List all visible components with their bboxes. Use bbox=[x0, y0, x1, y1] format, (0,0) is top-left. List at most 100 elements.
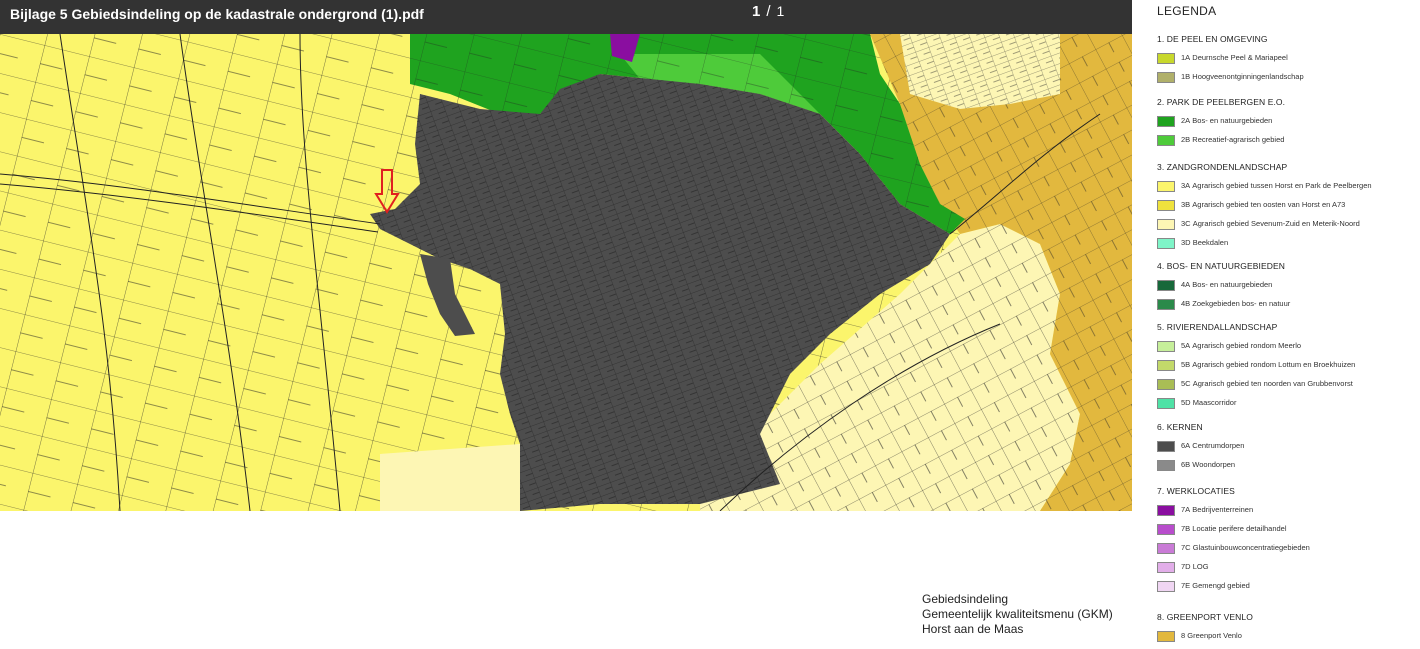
legend-item-label: 7E Gemengd gebied bbox=[1181, 581, 1250, 591]
legend-swatch bbox=[1157, 72, 1175, 83]
legend-item-code: 7E bbox=[1181, 581, 1191, 590]
legend-item-text: Agrarisch gebied Sevenum-Zuid en Meterik… bbox=[1192, 219, 1360, 228]
legend-item-label: 6A Centrumdorpen bbox=[1181, 441, 1244, 451]
legend-section-title: 5. RIVIERENDALLANDSCHAP bbox=[1157, 322, 1278, 332]
legend-swatch bbox=[1157, 181, 1175, 192]
legend-section-title: 8. GREENPORT VENLO bbox=[1157, 612, 1253, 622]
current-page-number[interactable]: 1 bbox=[752, 3, 760, 20]
legend-swatch bbox=[1157, 200, 1175, 211]
legend-item-text: Woondorpen bbox=[1192, 460, 1236, 469]
legend-swatch bbox=[1157, 505, 1175, 516]
pdf-viewer-toolbar: Bijlage 5 Gebiedsindeling op de kadastra… bbox=[0, 0, 1132, 34]
document-title: Bijlage 5 Gebiedsindeling op de kadastra… bbox=[10, 6, 424, 22]
legend-item-code: 4A bbox=[1181, 280, 1191, 289]
legend-item-label: 2B Recreatief-agrarisch gebied bbox=[1181, 135, 1284, 145]
legend-item-code: 7C bbox=[1181, 543, 1191, 552]
legend-swatch bbox=[1157, 379, 1175, 390]
legend-section-title: 4. BOS- EN NATUURGEBIEDEN bbox=[1157, 261, 1285, 271]
legend-swatch bbox=[1157, 543, 1175, 554]
total-pages: 1 bbox=[776, 3, 785, 19]
legend-swatch bbox=[1157, 360, 1175, 371]
legend-swatch bbox=[1157, 135, 1175, 146]
legend-item-code: 5D bbox=[1181, 398, 1191, 407]
legend-item-text: Beekdalen bbox=[1192, 238, 1229, 247]
cadastral-map[interactable] bbox=[0, 34, 1132, 511]
legend-item-code: 5B bbox=[1181, 360, 1191, 369]
legend-item-label: 2A Bos- en natuurgebieden bbox=[1181, 116, 1272, 126]
legend-item-text: Bos- en natuurgebieden bbox=[1192, 280, 1273, 289]
legend-item-text: Maascorridor bbox=[1192, 398, 1237, 407]
legend-item-text: Gemengd gebied bbox=[1192, 581, 1250, 590]
legend-item-code: 4B bbox=[1181, 299, 1191, 308]
legend-item-code: 3C bbox=[1181, 219, 1191, 228]
legend-swatch bbox=[1157, 524, 1175, 535]
legend-section-title: 7. WERKLOCATIES bbox=[1157, 486, 1235, 496]
legend-swatch bbox=[1157, 53, 1175, 64]
caption-line-1: Gebiedsindeling bbox=[922, 592, 1009, 606]
legend-item-text: Agrarisch gebied rondom Meerlo bbox=[1192, 341, 1302, 350]
legend-section-title: 6. KERNEN bbox=[1157, 422, 1203, 432]
legend-swatch bbox=[1157, 460, 1175, 471]
map-canvas bbox=[0, 34, 1132, 511]
legend-item-code: 1A bbox=[1181, 53, 1191, 62]
legend-item-label: 5A Agrarisch gebied rondom Meerlo bbox=[1181, 341, 1301, 351]
caption-line-2: Gemeentelijk kwaliteitsmenu (GKM) bbox=[922, 607, 1113, 621]
legend-item-code: 3A bbox=[1181, 181, 1191, 190]
legend-item-text: Bedrijventerreinen bbox=[1192, 505, 1254, 514]
legend-swatch bbox=[1157, 238, 1175, 249]
legend-item-label: 5D Maascorridor bbox=[1181, 398, 1236, 408]
legend-item-label: 5B Agrarisch gebied rondom Lottum en Bro… bbox=[1181, 360, 1355, 370]
legend-item-text: Agrarisch gebied tussen Horst en Park de… bbox=[1192, 181, 1372, 190]
legend-item-code: 2B bbox=[1181, 135, 1191, 144]
legend-item-text: Recreatief-agrarisch gebied bbox=[1192, 135, 1285, 144]
legend-item-label: 7A Bedrijventerreinen bbox=[1181, 505, 1253, 515]
legend-item-code: 6B bbox=[1181, 460, 1191, 469]
legend-item-label: 3B Agrarisch gebied ten oosten van Horst… bbox=[1181, 200, 1345, 210]
legend-item-text: Locatie perifere detailhandel bbox=[1192, 524, 1287, 533]
legend-item-label: 4A Bos- en natuurgebieden bbox=[1181, 280, 1272, 290]
legend-item-code: 3D bbox=[1181, 238, 1191, 247]
legend-item-label: 7D LOG bbox=[1181, 562, 1209, 572]
legend-item-code: 2A bbox=[1181, 116, 1191, 125]
legend-item-text: Hoogveenontginningenlandschap bbox=[1192, 72, 1304, 81]
legend-item-text: Greenport Venlo bbox=[1187, 631, 1242, 640]
legend-item-text: Zoekgebieden bos- en natuur bbox=[1192, 299, 1291, 308]
legend-item-text: Centrumdorpen bbox=[1192, 441, 1245, 450]
legend-swatch bbox=[1157, 280, 1175, 291]
map-caption: Gebiedsindeling Gemeentelijk kwaliteitsm… bbox=[922, 592, 1113, 637]
legend-item-label: 5C Agrarisch gebied ten noorden van Grub… bbox=[1181, 379, 1353, 389]
legend-item-code: 6A bbox=[1181, 441, 1191, 450]
legend-item-label: 3A Agrarisch gebied tussen Horst en Park… bbox=[1181, 181, 1372, 191]
legend-section-title: 1. DE PEEL EN OMGEVING bbox=[1157, 34, 1268, 44]
legend-swatch bbox=[1157, 441, 1175, 452]
legend-item-text: Agrarisch gebied ten noorden van Grubben… bbox=[1192, 379, 1353, 388]
legend-item-text: Agrarisch gebied rondom Lottum en Broekh… bbox=[1192, 360, 1356, 369]
legend-section-title: 2. PARK DE PEELBERGEN E.O. bbox=[1157, 97, 1286, 107]
legend-item-label: 1B Hoogveenontginningenlandschap bbox=[1181, 72, 1304, 82]
legend-item-label: 6B Woondorpen bbox=[1181, 460, 1235, 470]
legend-swatch bbox=[1157, 219, 1175, 230]
legend-item-label: 7B Locatie perifere detailhandel bbox=[1181, 524, 1287, 534]
legend-item-label: 7C Glastuinbouwconcentratiegebieden bbox=[1181, 543, 1310, 553]
zone-3c-south bbox=[380, 444, 520, 511]
page-separator: / bbox=[766, 3, 771, 20]
legend-item-code: 3B bbox=[1181, 200, 1191, 209]
legend-item-code: 7B bbox=[1181, 524, 1191, 533]
page-indicator: 1 / 1 bbox=[752, 3, 784, 20]
legend-swatch bbox=[1157, 631, 1175, 642]
legend-section-title: 3. ZANDGRONDENLANDSCHAP bbox=[1157, 162, 1288, 172]
legend-item-code: 5A bbox=[1181, 341, 1191, 350]
legend-item-code: 1B bbox=[1181, 72, 1191, 81]
legend-item-label: 4B Zoekgebieden bos- en natuur bbox=[1181, 299, 1290, 309]
legend-item-label: 8 Greenport Venlo bbox=[1181, 631, 1242, 641]
legend-swatch bbox=[1157, 562, 1175, 573]
legend-item-label: 3C Agrarisch gebied Sevenum-Zuid en Mete… bbox=[1181, 219, 1360, 229]
caption-line-3: Horst aan de Maas bbox=[922, 622, 1024, 636]
legend-swatch bbox=[1157, 116, 1175, 127]
legend-swatch bbox=[1157, 398, 1175, 409]
legend-item-code: 7A bbox=[1181, 505, 1191, 514]
legend-item-label: 1A Deurnsche Peel & Mariapeel bbox=[1181, 53, 1288, 63]
legend-item-text: Bos- en natuurgebieden bbox=[1192, 116, 1273, 125]
legend-item-text: Agrarisch gebied ten oosten van Horst en… bbox=[1192, 200, 1346, 209]
legend-item-label: 3D Beekdalen bbox=[1181, 238, 1228, 248]
